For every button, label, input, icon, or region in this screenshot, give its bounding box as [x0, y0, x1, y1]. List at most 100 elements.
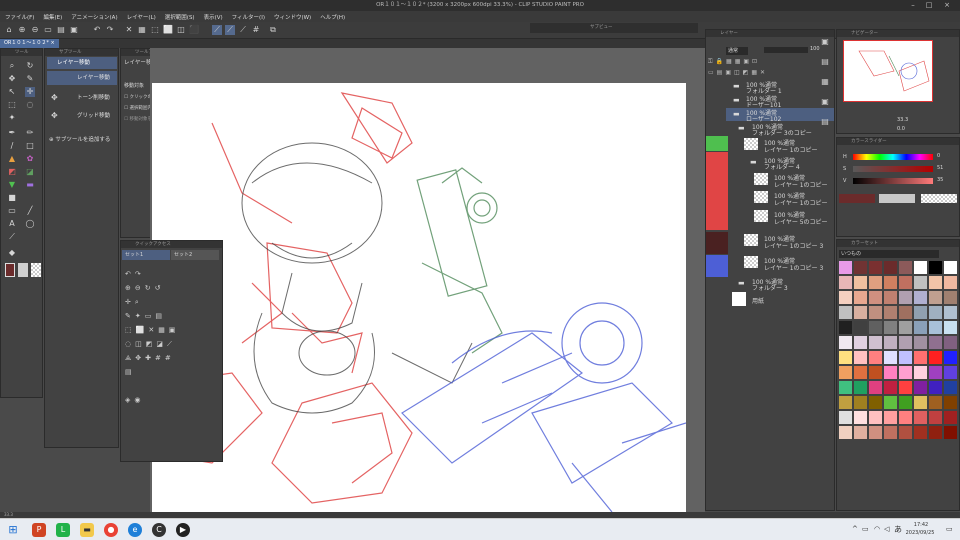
color-swatch[interactable] — [914, 411, 927, 424]
layer-row-layer5-copy[interactable]: 100 %通常 レイヤー 5のコピー — [752, 209, 834, 226]
opacity-slider[interactable] — [764, 47, 808, 53]
color-swatch[interactable] — [899, 381, 912, 394]
color-swatch[interactable] — [884, 261, 897, 274]
color-swatch[interactable] — [854, 336, 867, 349]
color-swatch[interactable] — [854, 321, 867, 334]
color-swatch[interactable] — [899, 321, 912, 334]
color-swatch[interactable] — [854, 261, 867, 274]
hand-tool-icon[interactable]: ✥ — [7, 74, 17, 84]
layer-row-layer1-copy3-a[interactable]: 100 %通常 レイヤー 1のコピー 3 — [742, 233, 834, 250]
quick-access-tab-set1[interactable]: セット1 — [122, 250, 170, 260]
color-swatch[interactable] — [839, 261, 852, 274]
color-swatch[interactable] — [884, 321, 897, 334]
new-file-icon[interactable]: ▭ — [43, 25, 53, 35]
color-swatch[interactable] — [869, 411, 882, 424]
line-app-icon[interactable]: L — [56, 523, 70, 537]
color-swatch[interactable] — [944, 306, 957, 319]
color-swatch[interactable] — [869, 261, 882, 274]
color-swatch[interactable] — [899, 426, 912, 439]
color-swatch[interactable] — [884, 411, 897, 424]
subtool-group-tab[interactable]: レイヤー移動 — [47, 57, 117, 69]
brush-tool-icon[interactable]: ∕ — [7, 141, 17, 151]
color-swatch[interactable] — [914, 321, 927, 334]
color-swatch[interactable] — [899, 396, 912, 409]
text-tool-icon[interactable]: A — [7, 219, 17, 229]
color-swatch[interactable] — [869, 291, 882, 304]
color-swatch[interactable] — [914, 381, 927, 394]
color-swatch[interactable] — [884, 366, 897, 379]
color-set-select[interactable]: いつもの — [839, 250, 939, 258]
move-layer-tool-icon[interactable]: ✛ — [25, 87, 35, 97]
color-swatch[interactable] — [839, 291, 852, 304]
color-swatch[interactable] — [839, 306, 852, 319]
color-swatch[interactable] — [884, 351, 897, 364]
open-icon[interactable]: ▤ — [56, 25, 66, 35]
sub-color-chip[interactable] — [879, 194, 915, 203]
color-swatch[interactable] — [929, 396, 942, 409]
color-swatch[interactable] — [944, 321, 957, 334]
color-swatch[interactable] — [869, 381, 882, 394]
subtool-item-move-grid[interactable]: グリッド移動 — [47, 109, 117, 123]
zoom-out-icon[interactable]: ⊖ — [30, 25, 40, 35]
saturation-value[interactable]: 51 — [937, 165, 943, 171]
color-swatch[interactable] — [839, 336, 852, 349]
color-swatch[interactable] — [929, 426, 942, 439]
saturation-slider[interactable] — [853, 166, 933, 172]
color-swatch[interactable] — [884, 426, 897, 439]
blend-tool-icon[interactable]: ◪ — [25, 167, 35, 177]
color-swatch[interactable] — [854, 351, 867, 364]
invert-selection-icon[interactable]: ◫ — [176, 25, 186, 35]
color-swatch[interactable] — [914, 396, 927, 409]
color-swatch[interactable] — [944, 276, 957, 289]
navigator-zoom-value[interactable]: 33.3 — [897, 117, 908, 123]
layer-row-layer1-copy-c[interactable]: 100 %通常 レイヤー 1のコピー — [752, 190, 834, 207]
color-swatch[interactable] — [869, 321, 882, 334]
redo-icon[interactable]: ↷ — [105, 25, 115, 35]
hue-slider[interactable] — [853, 154, 933, 160]
deselect-icon[interactable]: ⬜ — [163, 25, 173, 35]
zoom-tool-icon[interactable]: ⌕ — [7, 61, 17, 71]
blend-mode-select[interactable]: 通常 — [726, 47, 748, 55]
menu-view[interactable]: 表示(V) — [204, 13, 223, 21]
eraser-tool-icon[interactable]: ◩ — [7, 167, 17, 177]
pen-tool-icon[interactable]: ✒ — [7, 128, 17, 138]
color-swatch[interactable] — [944, 411, 957, 424]
color-swatch[interactable] — [869, 366, 882, 379]
navigator-angle-value[interactable]: 0.0 — [897, 126, 905, 132]
notification-icon[interactable]: ▭ — [946, 525, 953, 533]
chrome-icon[interactable]: ● — [104, 523, 118, 537]
rotate-tool-icon[interactable]: ↻ — [25, 61, 35, 71]
tray-chevron-icon[interactable]: ^ — [852, 525, 858, 533]
color-swatch[interactable] — [929, 261, 942, 274]
transform-icon[interactable]: ⬚ — [150, 25, 160, 35]
color-swatch[interactable] — [929, 336, 942, 349]
layer-row-folder3[interactable]: ▬ 100 %通常 フォルダー 3 — [738, 277, 834, 292]
decoration-tool-icon[interactable]: ✿ — [25, 154, 35, 164]
color-swatch[interactable] — [839, 426, 852, 439]
color-swatch[interactable] — [854, 276, 867, 289]
pencil-tool-icon[interactable]: ✏ — [25, 128, 35, 138]
shape-tool-icon[interactable]: □ — [25, 141, 35, 151]
color-swatch[interactable] — [869, 306, 882, 319]
color-swatch[interactable] — [839, 396, 852, 409]
color-swatch[interactable] — [929, 321, 942, 334]
color-swatch[interactable] — [854, 426, 867, 439]
color-swatch[interactable] — [914, 366, 927, 379]
color-swatch[interactable] — [914, 306, 927, 319]
menu-animation[interactable]: アニメーション(A) — [71, 13, 117, 21]
sub-color-swatch[interactable] — [18, 263, 28, 277]
color-swatch[interactable] — [944, 261, 957, 274]
color-swatch[interactable] — [929, 381, 942, 394]
color-swatch[interactable] — [869, 351, 882, 364]
clip-studio-icon[interactable]: ⧉ — [268, 25, 278, 35]
color-swatch[interactable] — [854, 411, 867, 424]
home-icon[interactable]: ⌂ — [4, 25, 14, 35]
save-icon[interactable]: ▣ — [69, 25, 79, 35]
color-swatch[interactable] — [914, 336, 927, 349]
color-swatch[interactable] — [899, 306, 912, 319]
color-swatch[interactable] — [899, 366, 912, 379]
add-subtool-button[interactable]: ⊕ サブツールを追加する — [49, 135, 110, 143]
color-swatch[interactable] — [944, 366, 957, 379]
fill-icon[interactable]: ▦ — [137, 25, 147, 35]
color-swatch[interactable] — [839, 411, 852, 424]
